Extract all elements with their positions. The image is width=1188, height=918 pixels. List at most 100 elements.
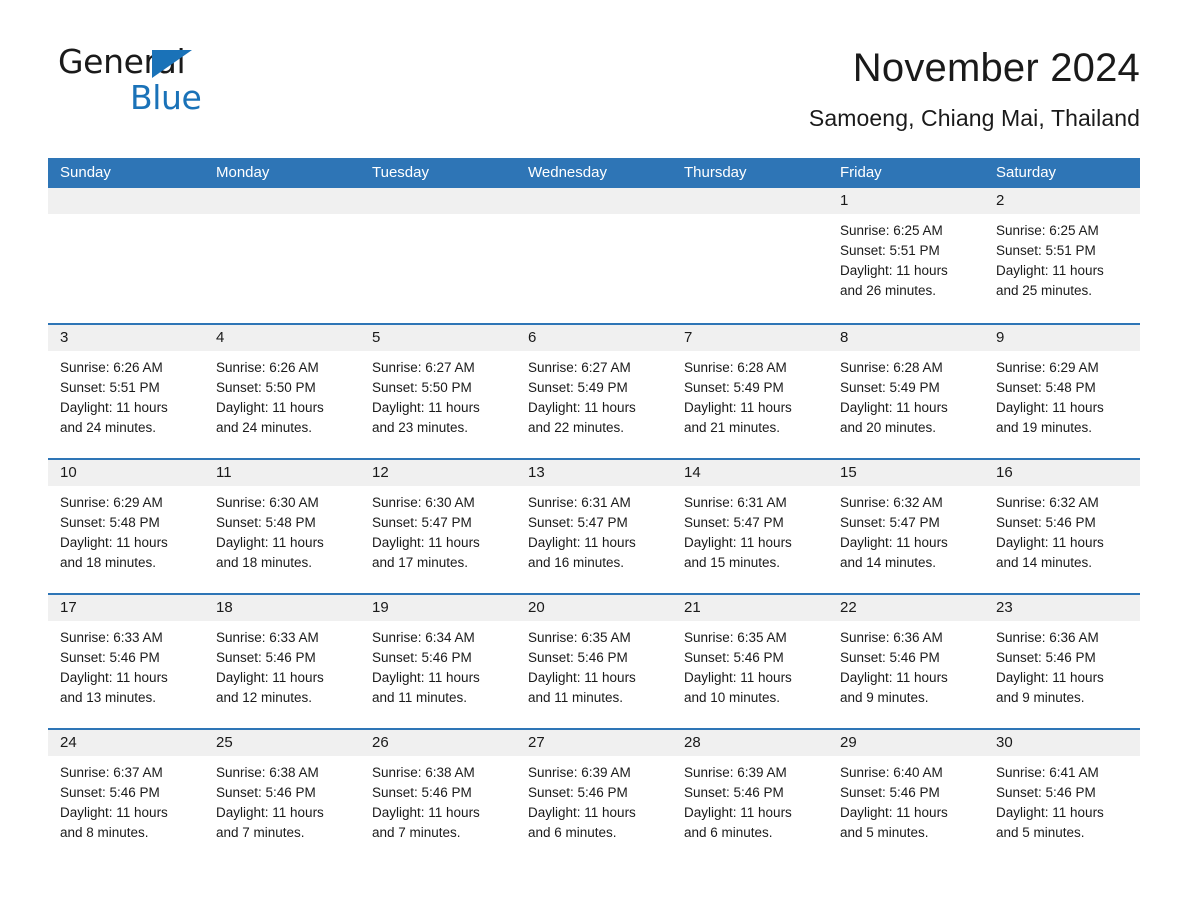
day-cell[interactable]: 4 Sunrise: 6:26 AM Sunset: 5:50 PM Daylight…	[204, 325, 360, 458]
day-number: 3	[48, 325, 204, 351]
day-details: Sunrise: 6:38 AM Sunset: 5:46 PM Daylight:…	[204, 756, 360, 843]
day-number: 21	[672, 595, 828, 621]
day-details	[360, 214, 516, 221]
day-cell-empty	[48, 188, 204, 323]
day-cell-empty	[672, 188, 828, 323]
calendar-page: General Blue November 2024 Samoeng, Chia…	[0, 0, 1188, 918]
day-cell[interactable]: 27 Sunrise: 6:39 AM Sunset: 5:46 PM Dayligh…	[516, 730, 672, 863]
day-detail-line: Sunset: 5:46 PM	[60, 785, 160, 800]
day-detail-line: and 22 minutes.	[528, 420, 625, 435]
day-cell[interactable]: 14 Sunrise: 6:31 AM Sunset: 5:47 PM Dayligh…	[672, 460, 828, 593]
day-detail-line: Daylight: 11 hours	[528, 535, 636, 550]
generalblue-logo[interactable]: General Blue	[58, 42, 258, 117]
day-detail-line: Daylight: 11 hours	[60, 400, 168, 415]
day-number: 7	[672, 325, 828, 351]
day-cell[interactable]: 18 Sunrise: 6:33 AM Sunset: 5:46 PM Dayligh…	[204, 595, 360, 728]
day-cell[interactable]: 23 Sunrise: 6:36 AM Sunset: 5:46 PM Dayligh…	[984, 595, 1140, 728]
day-cell[interactable]: 6 Sunrise: 6:27 AM Sunset: 5:49 PM Daylight…	[516, 325, 672, 458]
day-detail-line: Sunrise: 6:39 AM	[684, 765, 787, 780]
day-detail-line: Sunset: 5:51 PM	[840, 243, 940, 258]
day-detail-line: Sunrise: 6:30 AM	[372, 495, 475, 510]
day-cell[interactable]: 11 Sunrise: 6:30 AM Sunset: 5:48 PM Dayligh…	[204, 460, 360, 593]
day-details: Sunrise: 6:33 AM Sunset: 5:46 PM Daylight:…	[204, 621, 360, 708]
day-number: 19	[360, 595, 516, 621]
day-cell[interactable]: 19 Sunrise: 6:34 AM Sunset: 5:46 PM Dayligh…	[360, 595, 516, 728]
day-detail-line: Sunset: 5:50 PM	[216, 380, 316, 395]
day-detail-line: Sunset: 5:47 PM	[528, 515, 628, 530]
day-cell[interactable]: 16 Sunrise: 6:32 AM Sunset: 5:46 PM Dayligh…	[984, 460, 1140, 593]
day-detail-line: and 9 minutes.	[840, 690, 929, 705]
day-detail-line: and 6 minutes.	[528, 825, 617, 840]
day-detail-line: and 10 minutes.	[684, 690, 781, 705]
day-cell[interactable]: 9 Sunrise: 6:29 AM Sunset: 5:48 PM Daylight…	[984, 325, 1140, 458]
day-details: Sunrise: 6:28 AM Sunset: 5:49 PM Daylight:…	[828, 351, 984, 438]
day-cell[interactable]: 1 Sunrise: 6:25 AM Sunset: 5:51 PM Daylight…	[828, 188, 984, 323]
weekday-header-monday: Monday	[216, 164, 270, 181]
day-detail-line: and 5 minutes.	[996, 825, 1085, 840]
day-details: Sunrise: 6:40 AM Sunset: 5:46 PM Daylight:…	[828, 756, 984, 843]
day-details: Sunrise: 6:33 AM Sunset: 5:46 PM Daylight:…	[48, 621, 204, 708]
day-details: Sunrise: 6:25 AM Sunset: 5:51 PM Daylight:…	[984, 214, 1140, 301]
day-detail-line: Daylight: 11 hours	[60, 805, 168, 820]
day-detail-line: Daylight: 11 hours	[528, 400, 636, 415]
day-detail-line: Sunset: 5:51 PM	[60, 380, 160, 395]
weekday-header-saturday: Saturday	[996, 164, 1057, 181]
day-cell[interactable]: 5 Sunrise: 6:27 AM Sunset: 5:50 PM Daylight…	[360, 325, 516, 458]
day-detail-line: Sunset: 5:51 PM	[996, 243, 1096, 258]
day-detail-line: Daylight: 11 hours	[996, 263, 1104, 278]
day-detail-line: Sunset: 5:46 PM	[996, 785, 1096, 800]
day-number	[672, 188, 828, 214]
day-detail-line: Daylight: 11 hours	[684, 400, 792, 415]
week-row: 17 Sunrise: 6:33 AM Sunset: 5:46 PM Dayligh…	[48, 593, 1140, 728]
day-detail-line: Sunrise: 6:28 AM	[684, 360, 787, 375]
day-detail-line: and 17 minutes.	[372, 555, 469, 570]
day-cell[interactable]: 7 Sunrise: 6:28 AM Sunset: 5:49 PM Daylight…	[672, 325, 828, 458]
day-number: 23	[984, 595, 1140, 621]
day-cell[interactable]: 25 Sunrise: 6:38 AM Sunset: 5:46 PM Dayligh…	[204, 730, 360, 863]
day-cell[interactable]: 8 Sunrise: 6:28 AM Sunset: 5:49 PM Daylight…	[828, 325, 984, 458]
day-detail-line: Sunset: 5:46 PM	[996, 515, 1096, 530]
day-cell[interactable]: 12 Sunrise: 6:30 AM Sunset: 5:47 PM Dayligh…	[360, 460, 516, 593]
day-cell[interactable]: 22 Sunrise: 6:36 AM Sunset: 5:46 PM Dayligh…	[828, 595, 984, 728]
day-cell[interactable]: 17 Sunrise: 6:33 AM Sunset: 5:46 PM Dayligh…	[48, 595, 204, 728]
day-detail-line: and 26 minutes.	[840, 283, 937, 298]
day-number: 2	[984, 188, 1140, 214]
day-details: Sunrise: 6:39 AM Sunset: 5:46 PM Daylight:…	[672, 756, 828, 843]
day-detail-line: Sunset: 5:48 PM	[996, 380, 1096, 395]
day-cell[interactable]: 3 Sunrise: 6:26 AM Sunset: 5:51 PM Daylight…	[48, 325, 204, 458]
day-detail-line: Sunset: 5:47 PM	[840, 515, 940, 530]
day-detail-line: Daylight: 11 hours	[216, 670, 324, 685]
day-cell[interactable]: 15 Sunrise: 6:32 AM Sunset: 5:47 PM Dayligh…	[828, 460, 984, 593]
day-details: Sunrise: 6:38 AM Sunset: 5:46 PM Daylight:…	[360, 756, 516, 843]
day-detail-line: Daylight: 11 hours	[996, 535, 1104, 550]
day-details: Sunrise: 6:25 AM Sunset: 5:51 PM Daylight:…	[828, 214, 984, 301]
day-details: Sunrise: 6:37 AM Sunset: 5:46 PM Daylight:…	[48, 756, 204, 843]
day-cell[interactable]: 30 Sunrise: 6:41 AM Sunset: 5:46 PM Dayligh…	[984, 730, 1140, 863]
day-detail-line: Sunset: 5:46 PM	[840, 785, 940, 800]
day-details	[672, 214, 828, 221]
day-detail-line: Daylight: 11 hours	[60, 670, 168, 685]
day-detail-line: Sunrise: 6:26 AM	[60, 360, 163, 375]
day-cell[interactable]: 26 Sunrise: 6:38 AM Sunset: 5:46 PM Dayligh…	[360, 730, 516, 863]
day-cell[interactable]: 10 Sunrise: 6:29 AM Sunset: 5:48 PM Dayligh…	[48, 460, 204, 593]
day-number: 27	[516, 730, 672, 756]
day-detail-line: Daylight: 11 hours	[840, 805, 948, 820]
day-cell[interactable]: 24 Sunrise: 6:37 AM Sunset: 5:46 PM Dayligh…	[48, 730, 204, 863]
day-detail-line: and 6 minutes.	[684, 825, 773, 840]
day-detail-line: Sunset: 5:49 PM	[840, 380, 940, 395]
day-detail-line: and 14 minutes.	[996, 555, 1093, 570]
day-number: 18	[204, 595, 360, 621]
day-cell[interactable]: 20 Sunrise: 6:35 AM Sunset: 5:46 PM Dayligh…	[516, 595, 672, 728]
day-number	[516, 188, 672, 214]
day-number: 8	[828, 325, 984, 351]
day-cell[interactable]: 21 Sunrise: 6:35 AM Sunset: 5:46 PM Dayligh…	[672, 595, 828, 728]
day-details: Sunrise: 6:35 AM Sunset: 5:46 PM Daylight:…	[516, 621, 672, 708]
day-cell[interactable]: 29 Sunrise: 6:40 AM Sunset: 5:46 PM Dayligh…	[828, 730, 984, 863]
day-number: 12	[360, 460, 516, 486]
day-detail-line: Sunrise: 6:31 AM	[528, 495, 631, 510]
day-cell[interactable]: 28 Sunrise: 6:39 AM Sunset: 5:46 PM Dayligh…	[672, 730, 828, 863]
day-cell[interactable]: 2 Sunrise: 6:25 AM Sunset: 5:51 PM Daylight…	[984, 188, 1140, 323]
day-number: 29	[828, 730, 984, 756]
day-detail-line: and 7 minutes.	[372, 825, 461, 840]
day-cell[interactable]: 13 Sunrise: 6:31 AM Sunset: 5:47 PM Dayligh…	[516, 460, 672, 593]
